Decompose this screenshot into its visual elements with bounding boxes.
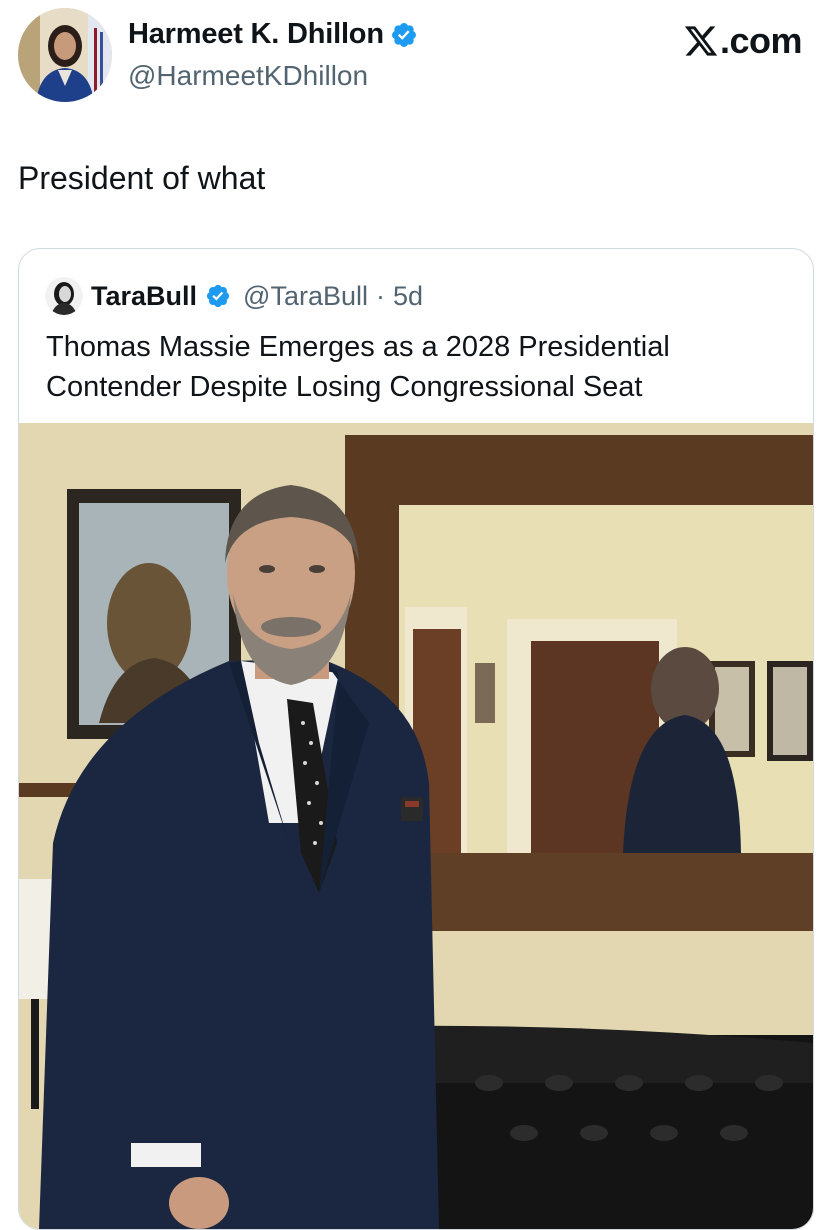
quoted-author-handle[interactable]: @TaraBull	[243, 281, 368, 312]
author-handle[interactable]: @HarmeetKDhillon	[128, 60, 368, 92]
verified-badge-icon	[206, 284, 230, 308]
quoted-avatar-icon	[45, 277, 83, 315]
author-name-row[interactable]: Harmeet K. Dhillon	[128, 18, 418, 51]
x-com-brand: .com	[683, 20, 803, 62]
quoted-author-name[interactable]: TaraBull	[91, 281, 197, 312]
x-logo-icon	[684, 26, 718, 56]
author-avatar[interactable]	[18, 8, 112, 102]
quoted-post-header: TaraBull @TaraBull · 5d	[45, 277, 423, 315]
quoted-post-time[interactable]: 5d	[393, 281, 423, 312]
quoted-post-text: Thomas Massie Emerges as a 2028 Presiden…	[46, 331, 670, 403]
brand-label: .com	[719, 20, 803, 61]
post-text: President of what	[18, 160, 266, 196]
quoted-post-image[interactable]	[19, 423, 813, 1229]
author-name[interactable]: Harmeet K. Dhillon	[128, 18, 384, 51]
quoted-author-avatar[interactable]	[45, 277, 83, 315]
quoted-post-card[interactable]: TaraBull @TaraBull · 5d Thomas Massie Em…	[18, 248, 814, 1230]
profile-photo-icon	[18, 8, 112, 102]
verified-badge-icon	[391, 22, 416, 47]
separator-dot: ·	[376, 280, 385, 311]
man-in-suit-office-photo-icon	[19, 423, 813, 1229]
